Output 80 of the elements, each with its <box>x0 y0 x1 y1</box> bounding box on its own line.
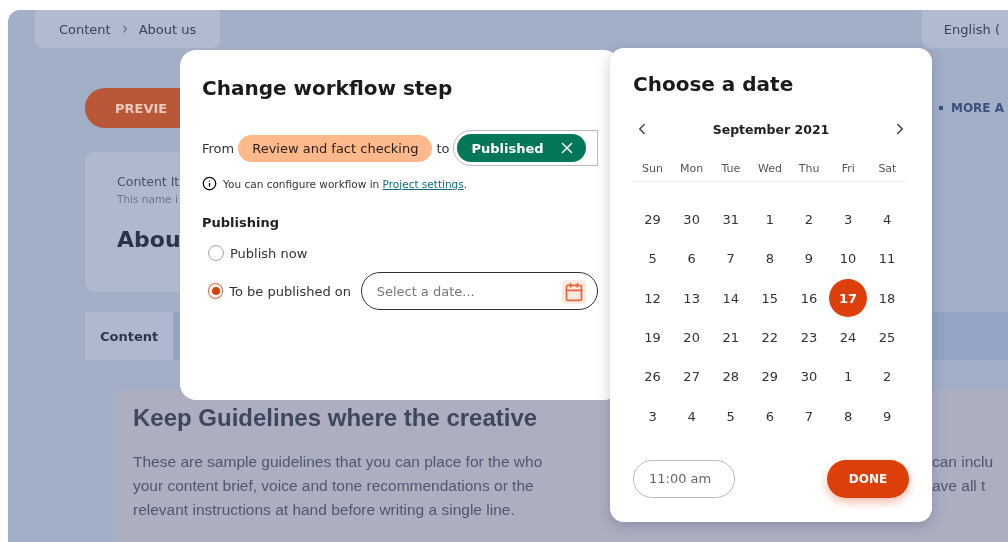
workflow-step-tag: Review and fact checking <box>238 134 433 162</box>
day-cell[interactable]: 13 <box>672 279 711 318</box>
language-selector[interactable]: English ( <box>921 10 1008 48</box>
day-cell[interactable]: 27 <box>672 357 711 396</box>
day-cell[interactable]: 25 <box>868 318 907 357</box>
field-label: Content It <box>117 174 180 189</box>
weekday-label: Thu <box>797 162 821 175</box>
weekday-label: Fri <box>840 162 856 175</box>
info-icon <box>202 176 217 191</box>
day-cell[interactable]: 18 <box>868 279 907 318</box>
day-cell[interactable]: 6 <box>750 397 789 436</box>
day-cell[interactable]: 17 <box>829 279 867 318</box>
time-field[interactable]: 11:00 am <box>633 459 735 498</box>
day-cell[interactable]: 29 <box>633 200 672 239</box>
content-title: Abou <box>117 227 181 252</box>
day-cell[interactable]: 29 <box>750 357 789 396</box>
field-hint: This name i <box>117 193 178 205</box>
day-cell[interactable]: 23 <box>789 318 828 357</box>
day-cell[interactable]: 3 <box>829 200 867 239</box>
day-cell[interactable]: 28 <box>711 357 750 396</box>
weekday-label: Wed <box>757 162 783 175</box>
day-cell[interactable]: 4 <box>868 200 907 239</box>
paragraph-text: These are sample guidelines that you can place for the who <box>133 452 543 472</box>
weekday-label: Tue <box>720 162 742 175</box>
breadcrumb-link[interactable]: About us <box>138 21 197 37</box>
day-cell[interactable]: 8 <box>829 397 867 436</box>
day-cell[interactable]: 1 <box>829 357 867 396</box>
breadcrumb-link[interactable]: Content <box>59 21 111 37</box>
weekday-label: Sat <box>877 162 898 175</box>
guidelines-heading: Keep Guidelines where the creative <box>133 404 538 432</box>
paragraph-text: can inclu <box>932 452 994 472</box>
weekday-label: Sun <box>641 162 665 175</box>
day-cell[interactable]: 21 <box>711 318 750 357</box>
day-cell[interactable]: 15 <box>750 279 789 318</box>
day-cell[interactable]: 6 <box>672 239 711 278</box>
paragraph-text: relevant instructions at hand before writing a single line. <box>133 500 515 520</box>
day-cell[interactable]: 2 <box>868 357 907 396</box>
workflow-step-tag: Published <box>457 134 586 162</box>
done-button[interactable]: DONE <box>827 459 909 498</box>
day-cell[interactable]: 14 <box>711 279 750 318</box>
day-cell[interactable]: 30 <box>789 357 828 396</box>
dialog-title: Change workflow step <box>202 76 453 100</box>
day-cell[interactable]: 24 <box>829 318 867 357</box>
more-actions-button[interactable]: MORE A <box>938 101 1004 115</box>
day-cell[interactable]: 8 <box>750 239 789 278</box>
section-heading: Publishing <box>202 215 279 230</box>
day-cell[interactable]: 2 <box>789 200 828 239</box>
radio-label: To be published on <box>229 283 353 299</box>
date-field[interactable]: Select a date... <box>360 272 598 310</box>
day-cell[interactable]: 3 <box>633 397 672 436</box>
day-cell[interactable]: 5 <box>633 239 672 278</box>
project-settings-link[interactable]: Project settings <box>382 177 464 190</box>
day-cell[interactable]: 22 <box>750 318 789 357</box>
day-cell[interactable]: 16 <box>789 279 828 318</box>
info-text: You can configure workflow in Project settings. <box>223 177 468 190</box>
day-cell[interactable]: 12 <box>633 279 672 318</box>
day-cell[interactable]: 26 <box>633 357 672 396</box>
month-label: September 2021 <box>712 121 830 137</box>
day-cell[interactable]: 10 <box>829 239 867 278</box>
radio-label: Publish now <box>230 245 309 261</box>
day-cell[interactable]: 7 <box>789 397 828 436</box>
from-label: From <box>202 140 235 156</box>
paragraph-text: your content brief, voice and tone recommendations or the <box>133 476 534 496</box>
day-cell[interactable]: 9 <box>789 239 828 278</box>
weekday-label: Mon <box>679 162 705 175</box>
paragraph-text: ave all t <box>932 476 986 496</box>
picker-title: Choose a date <box>633 72 794 96</box>
day-cell[interactable]: 31 <box>711 200 750 239</box>
day-cell[interactable]: 19 <box>633 318 672 357</box>
day-cell[interactable]: 7 <box>711 239 750 278</box>
day-cell[interactable]: 11 <box>868 239 907 278</box>
tab[interactable]: Content <box>85 312 174 360</box>
day-cell[interactable]: 5 <box>711 397 750 436</box>
day-cell[interactable]: 1 <box>750 200 789 239</box>
to-label: to <box>436 140 450 156</box>
calendar-icon[interactable] <box>562 280 586 304</box>
day-cell[interactable]: 30 <box>672 200 711 239</box>
day-cell[interactable]: 20 <box>672 318 711 357</box>
day-cell[interactable]: 9 <box>868 397 907 436</box>
day-cell[interactable]: 4 <box>672 397 711 436</box>
